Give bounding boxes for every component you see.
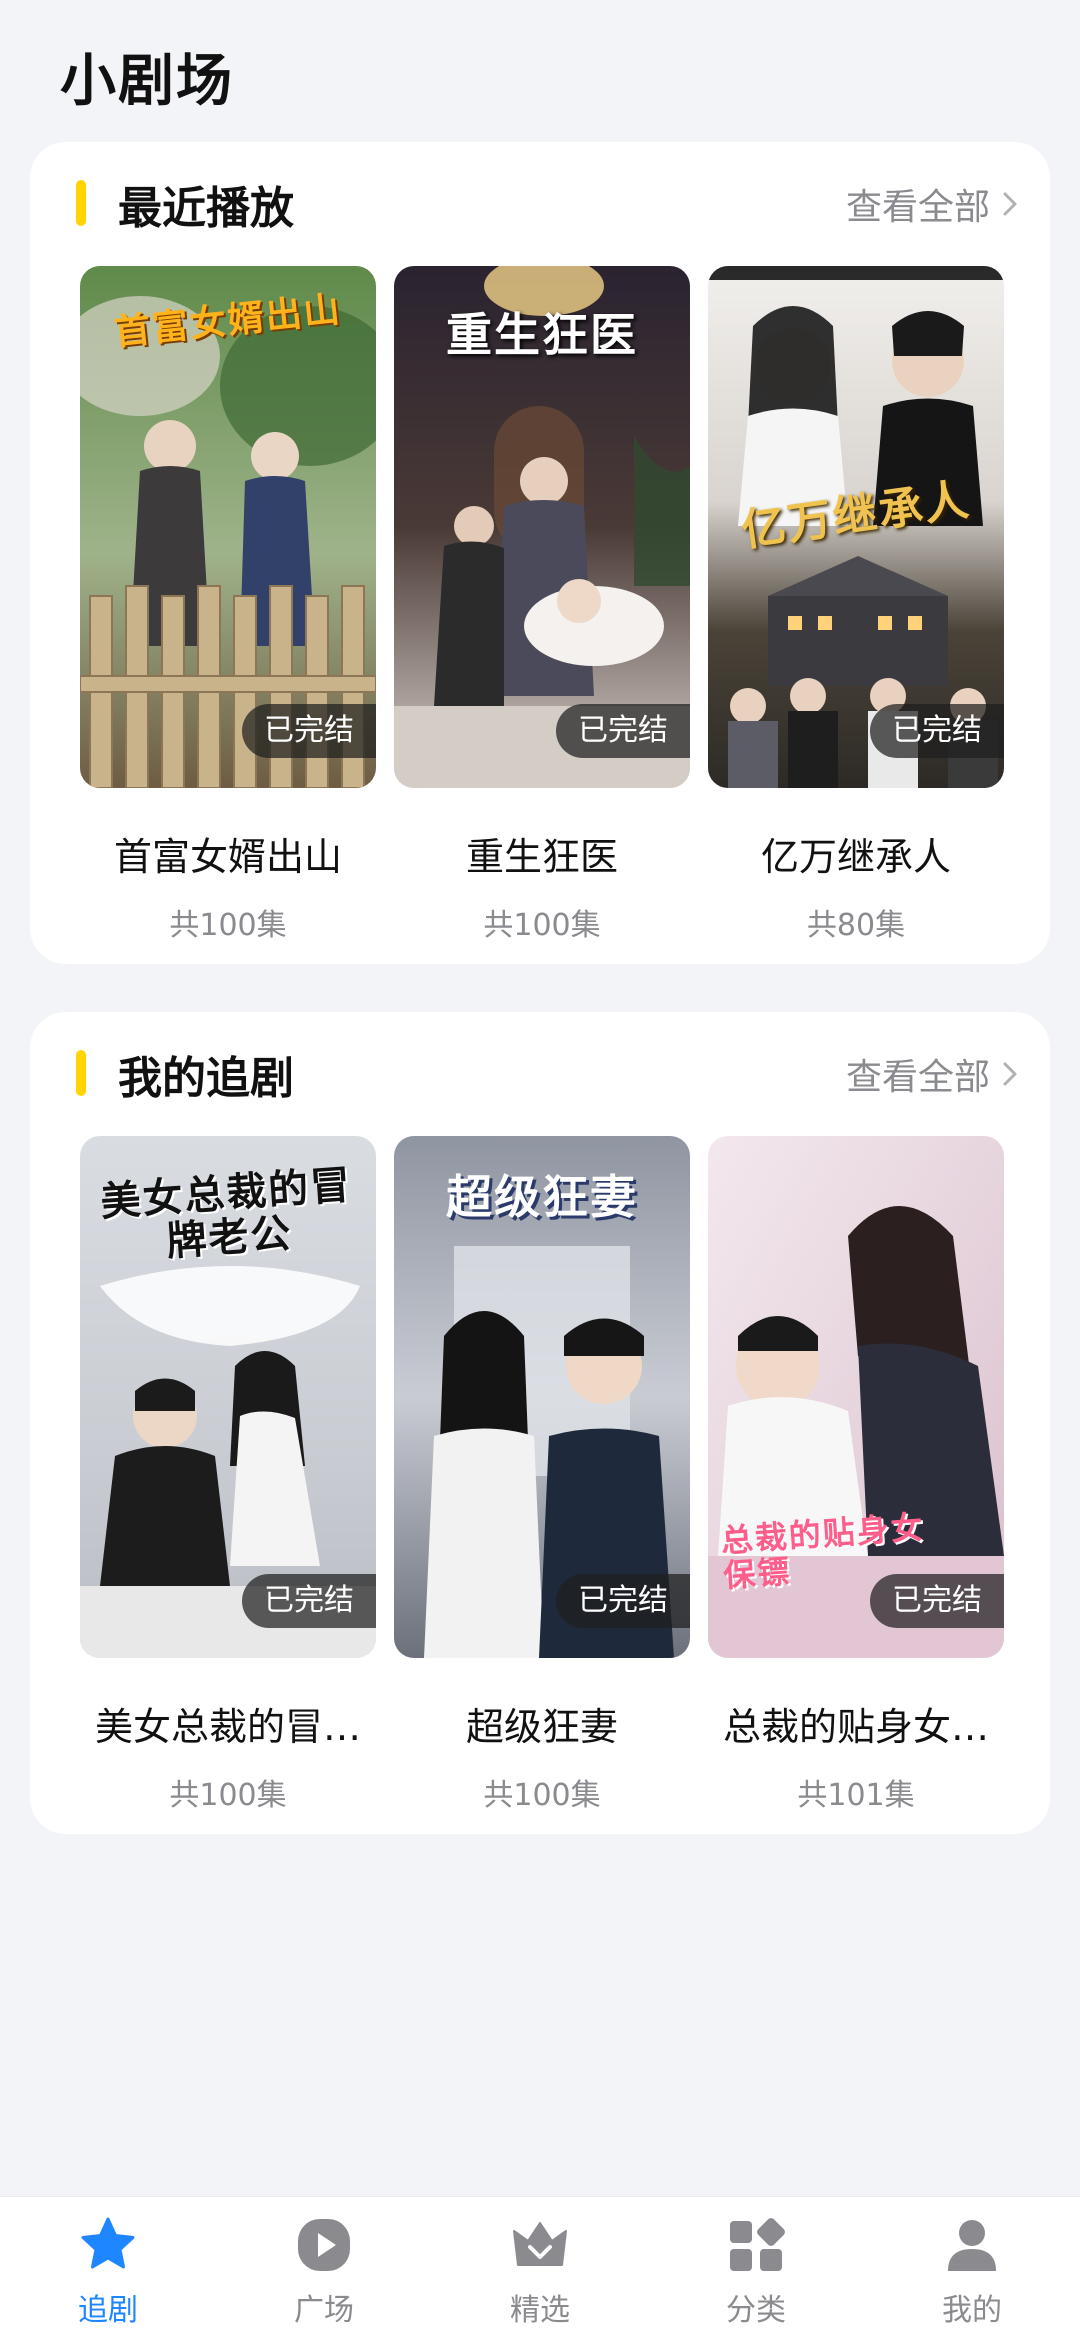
episode-count: 共100集 bbox=[483, 1778, 601, 1813]
view-all-label: 查看全部 bbox=[845, 187, 990, 228]
drama-card[interactable]: 重生狂医 已完结 重生狂医 共100集 bbox=[394, 266, 690, 946]
tab-label: 精选 bbox=[510, 2293, 570, 2328]
status-badge: 已完结 bbox=[242, 704, 376, 758]
drama-card[interactable]: 总裁的贴身女保镖 已完结 总裁的贴身女… 共101集 bbox=[708, 1136, 1004, 1816]
drama-page: 小剧场 最近播放 查看全部 首富女婿出山 已完结 首富女婿出山 共100集 重生… bbox=[0, 0, 1080, 2340]
drama-title: 总裁的贴身女… bbox=[722, 1705, 989, 1749]
status-badge: 已完结 bbox=[870, 704, 1004, 758]
drama-card[interactable]: 美女总裁的冒牌老公 已完结 美女总裁的冒… 共100集 bbox=[80, 1136, 376, 1816]
section-header: 我的追剧 查看全部 bbox=[30, 1012, 1050, 1132]
tab-featured[interactable]: 精选 bbox=[432, 2197, 648, 2340]
poster-caption: 重生狂医 bbox=[446, 308, 638, 362]
drama-title: 首富女婿出山 bbox=[113, 835, 342, 879]
episode-count: 共100集 bbox=[483, 908, 601, 943]
section-header: 最近播放 查看全部 bbox=[30, 142, 1050, 262]
section-accent-bar bbox=[76, 1050, 86, 1096]
my-follow-section: 我的追剧 查看全部 美女总裁的冒牌老公 已完结 美女总裁的冒… 共100集 超级… bbox=[30, 1012, 1050, 1834]
tab-square[interactable]: 广场 bbox=[216, 2197, 432, 2340]
drama-poster: 总裁的贴身女保镖 已完结 bbox=[708, 1136, 1004, 1658]
tab-profile[interactable]: 我的 bbox=[864, 2197, 1080, 2340]
view-all-recent-button[interactable]: 查看全部 bbox=[846, 178, 1024, 230]
drama-poster: 超级狂妻 已完结 bbox=[394, 1136, 690, 1658]
drama-title: 超级狂妻 bbox=[465, 1705, 618, 1749]
episode-count: 共100集 bbox=[169, 1778, 287, 1813]
section-title-recent: 最近播放 bbox=[118, 183, 294, 234]
status-badge: 已完结 bbox=[870, 1574, 1004, 1628]
drama-card[interactable]: 亿万继承人 已完结 亿万继承人 共80集 bbox=[708, 266, 1004, 946]
episode-count: 共100集 bbox=[169, 908, 287, 943]
crown-icon bbox=[513, 2222, 567, 2266]
status-badge: 已完结 bbox=[556, 704, 690, 758]
tab-drama[interactable]: 追剧 bbox=[0, 2197, 216, 2340]
drama-card[interactable]: 超级狂妻 已完结 超级狂妻 共100集 bbox=[394, 1136, 690, 1816]
play-icon bbox=[298, 2219, 350, 2271]
page-title: 小剧场 bbox=[60, 49, 234, 114]
status-badge: 已完结 bbox=[242, 1574, 376, 1628]
drama-title: 重生狂医 bbox=[465, 835, 618, 879]
bottom-tab-bar: 追剧 广场 精选 分类 我的 bbox=[0, 2196, 1080, 2340]
grid-icon bbox=[730, 2218, 785, 2271]
section-accent-bar bbox=[76, 180, 86, 226]
drama-poster: 重生狂医 已完结 bbox=[394, 266, 690, 788]
view-all-label: 查看全部 bbox=[845, 1057, 990, 1098]
person-icon bbox=[948, 2220, 996, 2271]
episode-count: 共101集 bbox=[797, 1778, 915, 1813]
tab-label: 追剧 bbox=[78, 2293, 138, 2328]
drama-poster: 亿万继承人 已完结 bbox=[708, 266, 1004, 788]
drama-poster: 首富女婿出山 已完结 bbox=[80, 266, 376, 788]
section-title-follow: 我的追剧 bbox=[118, 1053, 294, 1104]
chevron-right-icon bbox=[1003, 192, 1017, 216]
recent-card-list: 首富女婿出山 已完结 首富女婿出山 共100集 重生狂医 已完结 重生狂医 共1… bbox=[80, 266, 1040, 946]
tab-label: 我的 bbox=[942, 2293, 1002, 2328]
chevron-right-icon bbox=[1003, 1062, 1017, 1086]
recent-played-section: 最近播放 查看全部 首富女婿出山 已完结 首富女婿出山 共100集 重生狂医 已… bbox=[30, 142, 1050, 964]
star-icon bbox=[81, 2217, 135, 2269]
status-badge: 已完结 bbox=[556, 1574, 690, 1628]
episode-count: 共80集 bbox=[806, 908, 906, 943]
tab-label: 分类 bbox=[726, 2293, 786, 2328]
poster-caption: 超级狂妻 bbox=[446, 1170, 638, 1224]
drama-poster: 美女总裁的冒牌老公 已完结 bbox=[80, 1136, 376, 1658]
follow-card-list: 美女总裁的冒牌老公 已完结 美女总裁的冒… 共100集 超级狂妻 已完结 超级狂… bbox=[80, 1136, 1040, 1816]
drama-card[interactable]: 首富女婿出山 已完结 首富女婿出山 共100集 bbox=[80, 266, 376, 946]
view-all-follow-button[interactable]: 查看全部 bbox=[846, 1048, 1024, 1100]
tab-category[interactable]: 分类 bbox=[648, 2197, 864, 2340]
tab-label: 广场 bbox=[294, 2293, 354, 2328]
drama-title: 美女总裁的冒… bbox=[94, 1705, 361, 1749]
drama-title: 亿万继承人 bbox=[760, 835, 951, 879]
